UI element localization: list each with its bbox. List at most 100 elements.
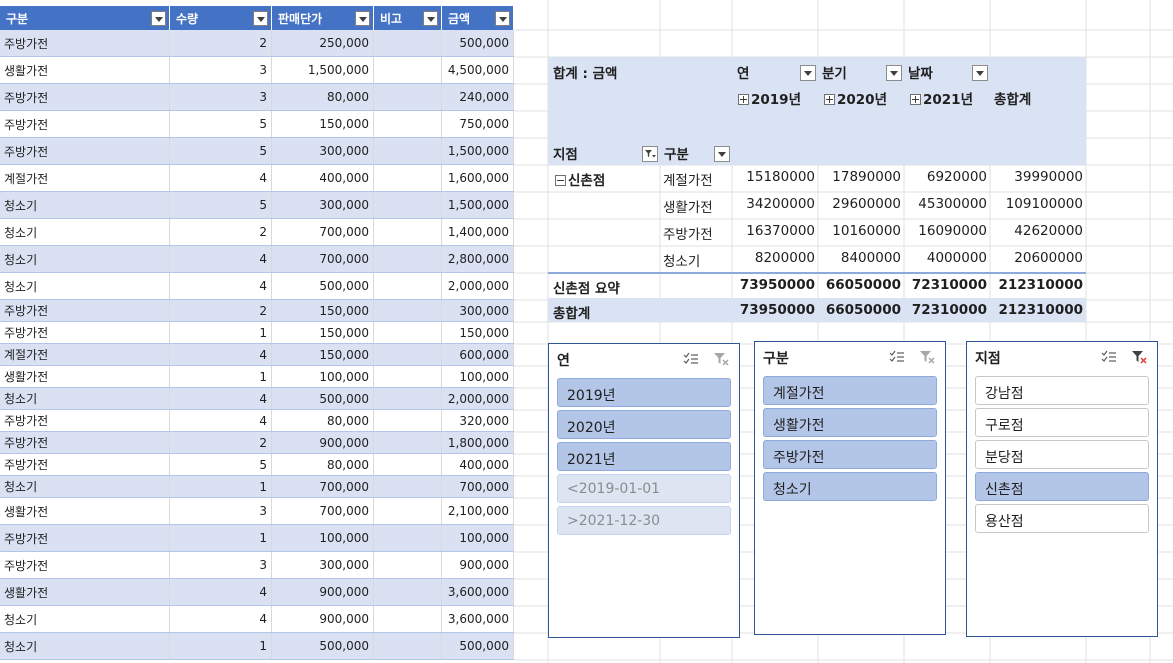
pivot-value-cell[interactable]: 109100000 [990, 196, 1083, 212]
table-cell[interactable]: 700,000 [272, 246, 374, 272]
table-cell[interactable]: 4,500,000 [442, 57, 514, 83]
table-cell[interactable]: 주방가전 [0, 300, 170, 321]
table-cell[interactable]: 계절가전 [0, 165, 170, 191]
table-cell[interactable]: 100,000 [272, 366, 374, 387]
expand-icon[interactable] [824, 94, 835, 105]
table-cell[interactable]: 청소기 [0, 606, 170, 632]
header-unit-price[interactable]: 판매단가 [272, 6, 374, 30]
table-cell[interactable]: 900,000 [272, 606, 374, 632]
table-cell[interactable]: 생활가전 [0, 579, 170, 605]
table-cell[interactable]: 400,000 [442, 454, 514, 475]
pivot-value-cell[interactable]: 34200000 [732, 196, 815, 212]
table-cell[interactable]: 5 [170, 111, 272, 137]
pivot-total-cell[interactable]: 73950000 [732, 302, 815, 318]
table-cell[interactable]: 2 [170, 219, 272, 245]
table-cell[interactable] [374, 432, 442, 453]
table-cell[interactable] [374, 552, 442, 578]
table-cell[interactable]: 2 [170, 30, 272, 56]
table-cell[interactable] [374, 273, 442, 299]
table-cell[interactable]: 4 [170, 606, 272, 632]
table-cell[interactable]: 청소기 [0, 219, 170, 245]
table-cell[interactable]: 300,000 [272, 192, 374, 218]
table-cell[interactable]: 3,600,000 [442, 606, 514, 632]
table-cell[interactable]: 1 [170, 322, 272, 343]
table-cell[interactable]: 320,000 [442, 410, 514, 431]
table-cell[interactable]: 3 [170, 552, 272, 578]
pivot-total-cell[interactable]: 73950000 [732, 277, 815, 293]
branch-filter-active-icon[interactable] [642, 146, 658, 162]
table-cell[interactable]: 750,000 [442, 111, 514, 137]
pivot-value-cell[interactable]: 42620000 [990, 223, 1083, 239]
table-cell[interactable]: 4 [170, 165, 272, 191]
table-cell[interactable]: 700,000 [442, 476, 514, 497]
table-cell[interactable]: 300,000 [272, 138, 374, 164]
table-cell[interactable]: 3 [170, 84, 272, 110]
table-cell[interactable] [374, 454, 442, 475]
pivot-category-label[interactable]: 주방가전 [663, 223, 713, 243]
table-cell[interactable] [374, 246, 442, 272]
table-cell[interactable]: 주방가전 [0, 84, 170, 110]
table-cell[interactable]: 900,000 [272, 579, 374, 605]
table-cell[interactable]: 1 [170, 366, 272, 387]
filter-dropdown-icon[interactable] [253, 11, 268, 26]
pivot-category-label[interactable]: 생활가전 [663, 196, 713, 216]
pivot-value-cell[interactable]: 17890000 [818, 169, 901, 185]
table-cell[interactable] [374, 498, 442, 524]
table-cell[interactable] [374, 322, 442, 343]
pivot-total-cell[interactable]: 72310000 [904, 277, 987, 293]
slicer-item[interactable]: 강남점 [975, 376, 1149, 405]
table-cell[interactable]: 3 [170, 498, 272, 524]
table-cell[interactable]: 1,500,000 [442, 192, 514, 218]
table-cell[interactable]: 100,000 [442, 525, 514, 551]
table-cell[interactable]: 4 [170, 273, 272, 299]
pivot-branch-label[interactable]: 신촌점 [555, 169, 605, 189]
table-cell[interactable] [374, 606, 442, 632]
table-cell[interactable] [374, 138, 442, 164]
quarter-filter-dropdown-icon[interactable] [886, 65, 902, 81]
table-cell[interactable]: 생활가전 [0, 57, 170, 83]
multi-select-icon[interactable] [889, 350, 905, 367]
table-cell[interactable]: 150,000 [272, 322, 374, 343]
table-cell[interactable]: 2,800,000 [442, 246, 514, 272]
table-cell[interactable]: 240,000 [442, 84, 514, 110]
pivot-value-cell[interactable]: 8400000 [818, 250, 901, 266]
header-amount[interactable]: 금액 [442, 6, 514, 30]
table-cell[interactable]: 3,600,000 [442, 579, 514, 605]
pivot-value-cell[interactable]: 20600000 [990, 250, 1083, 266]
pivot-year-2019[interactable]: 2019년 [738, 88, 801, 108]
table-cell[interactable]: 1 [170, 476, 272, 497]
pivot-value-cell[interactable]: 39990000 [990, 169, 1083, 185]
header-quantity[interactable]: 수량 [170, 6, 272, 30]
slicer-item[interactable]: 주방가전 [763, 440, 937, 469]
table-cell[interactable]: 80,000 [272, 410, 374, 431]
slicer-item[interactable]: 청소기 [763, 472, 937, 501]
table-cell[interactable]: 4 [170, 344, 272, 365]
table-cell[interactable]: 청소기 [0, 633, 170, 659]
table-cell[interactable] [374, 30, 442, 56]
table-cell[interactable]: 500,000 [442, 633, 514, 659]
table-cell[interactable] [374, 525, 442, 551]
slicer-item[interactable]: 용산점 [975, 504, 1149, 533]
table-cell[interactable]: 2,100,000 [442, 498, 514, 524]
table-cell[interactable]: 생활가전 [0, 366, 170, 387]
table-cell[interactable]: 1 [170, 633, 272, 659]
clear-filter-icon[interactable] [713, 352, 729, 369]
table-cell[interactable]: 주방가전 [0, 552, 170, 578]
pivot-value-cell[interactable]: 16090000 [904, 223, 987, 239]
pivot-total-cell[interactable]: 72310000 [904, 302, 987, 318]
table-cell[interactable]: 1,800,000 [442, 432, 514, 453]
pivot-category-label[interactable]: 계절가전 [663, 169, 713, 189]
pivot-value-cell[interactable]: 10160000 [818, 223, 901, 239]
table-cell[interactable]: 청소기 [0, 192, 170, 218]
filter-dropdown-icon[interactable] [495, 11, 510, 26]
table-cell[interactable]: 600,000 [442, 344, 514, 365]
table-cell[interactable]: 300,000 [272, 552, 374, 578]
table-cell[interactable] [374, 388, 442, 409]
table-cell[interactable]: 계절가전 [0, 344, 170, 365]
slicer-year[interactable]: 연 2019년 2020년 2021년 <2019-01-01 >2021-12-30 [548, 343, 740, 638]
expand-icon[interactable] [910, 94, 921, 105]
pivot-value-cell[interactable]: 29600000 [818, 196, 901, 212]
table-cell[interactable]: 500,000 [272, 633, 374, 659]
table-cell[interactable]: 150,000 [442, 322, 514, 343]
table-cell[interactable]: 150,000 [272, 300, 374, 321]
